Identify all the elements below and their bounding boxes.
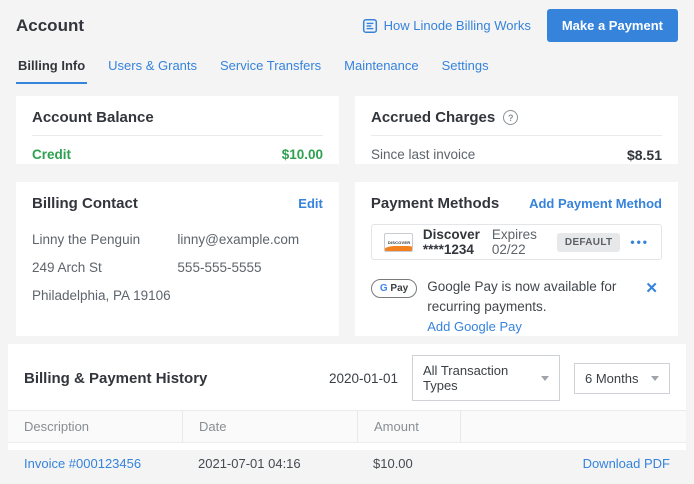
invoice-amount: $10.00 — [357, 443, 460, 484]
discover-card-icon: DISCOVER — [384, 233, 413, 252]
accrued-charges-card: Accrued Charges ? Since last invoice $8.… — [355, 96, 678, 164]
credit-label: Credit — [32, 147, 71, 162]
tab-service-transfers[interactable]: Service Transfers — [218, 54, 323, 84]
billing-contact-title: Billing Contact — [32, 195, 138, 212]
invoice-link[interactable]: Invoice #000123456 — [24, 456, 141, 471]
transaction-type-select[interactable]: All Transaction Types — [412, 355, 560, 401]
tab-users-grants[interactable]: Users & Grants — [106, 54, 199, 84]
close-icon[interactable]: ✕ — [641, 277, 662, 299]
topbar: Account How Linode Billing Works Make a … — [0, 0, 694, 42]
billing-contact-card: Billing Contact Edit Linny the Penguin 2… — [16, 182, 339, 336]
how-linode-billing-works-link[interactable]: How Linode Billing Works — [362, 18, 531, 34]
payment-method-row: DISCOVER Discover ****1234 Expires 02/22… — [371, 224, 662, 260]
table-row: Invoice #000123456 2021-07-01 04:16 $10.… — [8, 443, 686, 484]
since-last-invoice-label: Since last invoice — [371, 147, 475, 163]
contact-phone: 555-555-5555 — [177, 254, 322, 282]
payment-methods-title: Payment Methods — [371, 195, 499, 212]
tab-maintenance[interactable]: Maintenance — [342, 54, 420, 84]
contact-address-line1: 249 Arch St — [32, 254, 177, 282]
account-balance-title: Account Balance — [32, 109, 323, 126]
contact-email: linny@example.com — [177, 226, 322, 254]
credit-amount: $10.00 — [282, 147, 323, 162]
account-balance-card: Account Balance Credit $10.00 — [16, 96, 339, 164]
date-filter[interactable]: 2020-01-01 — [329, 371, 398, 386]
chevron-down-icon — [541, 376, 549, 381]
tab-settings[interactable]: Settings — [440, 54, 491, 84]
default-badge: DEFAULT — [557, 233, 620, 252]
google-pay-message: Google Pay is now available for recurrin… — [427, 277, 631, 337]
topbar-actions: How Linode Billing Works Make a Payment — [362, 9, 678, 42]
more-options-icon[interactable]: ••• — [630, 235, 649, 249]
page-title: Account — [16, 16, 84, 36]
billing-docs-icon — [362, 18, 378, 34]
accrued-amount: $8.51 — [627, 147, 662, 163]
how-linode-billing-works-label: How Linode Billing Works — [384, 18, 531, 33]
make-a-payment-button[interactable]: Make a Payment — [547, 9, 678, 42]
help-icon[interactable]: ? — [503, 110, 518, 125]
column-date: Date — [182, 411, 357, 442]
column-description: Description — [8, 411, 182, 442]
google-pay-icon: G Pay — [371, 279, 417, 298]
divider — [32, 135, 323, 136]
accrued-charges-title: Accrued Charges — [371, 109, 495, 126]
add-payment-method-link[interactable]: Add Payment Method — [529, 196, 662, 211]
account-tabs: Billing Info Users & Grants Service Tran… — [0, 54, 694, 84]
invoice-date: 2021-07-01 04:16 — [182, 443, 357, 484]
tab-billing-info[interactable]: Billing Info — [16, 54, 87, 84]
card-expiry-label: Expires 02/22 — [492, 227, 537, 257]
google-pay-notice: G Pay Google Pay is now available for re… — [371, 277, 662, 337]
divider — [371, 135, 662, 136]
billing-history-title: Billing & Payment History — [24, 370, 207, 387]
contact-address-line2: Philadelphia, PA 19106 — [32, 282, 177, 310]
column-amount: Amount — [357, 411, 460, 442]
history-filters: 2020-01-01 All Transaction Types 6 Month… — [329, 355, 670, 401]
column-actions — [460, 411, 686, 442]
contact-address-column: Linny the Penguin 249 Arch St Philadelph… — [32, 226, 177, 310]
history-table-header: Description Date Amount — [8, 410, 686, 443]
chevron-down-icon — [651, 376, 659, 381]
card-number-label: Discover ****1234 — [423, 227, 480, 257]
date-range-select[interactable]: 6 Months — [574, 363, 670, 394]
download-pdf-link[interactable]: Download PDF — [583, 456, 670, 471]
contact-details-column: linny@example.com 555-555-5555 — [177, 226, 322, 310]
payment-methods-card: Payment Methods Add Payment Method DISCO… — [355, 182, 678, 336]
billing-history-card: Billing & Payment History 2020-01-01 All… — [8, 344, 686, 450]
add-google-pay-link[interactable]: Add Google Pay — [427, 319, 522, 334]
edit-billing-contact-link[interactable]: Edit — [298, 196, 323, 211]
contact-name: Linny the Penguin — [32, 226, 177, 254]
